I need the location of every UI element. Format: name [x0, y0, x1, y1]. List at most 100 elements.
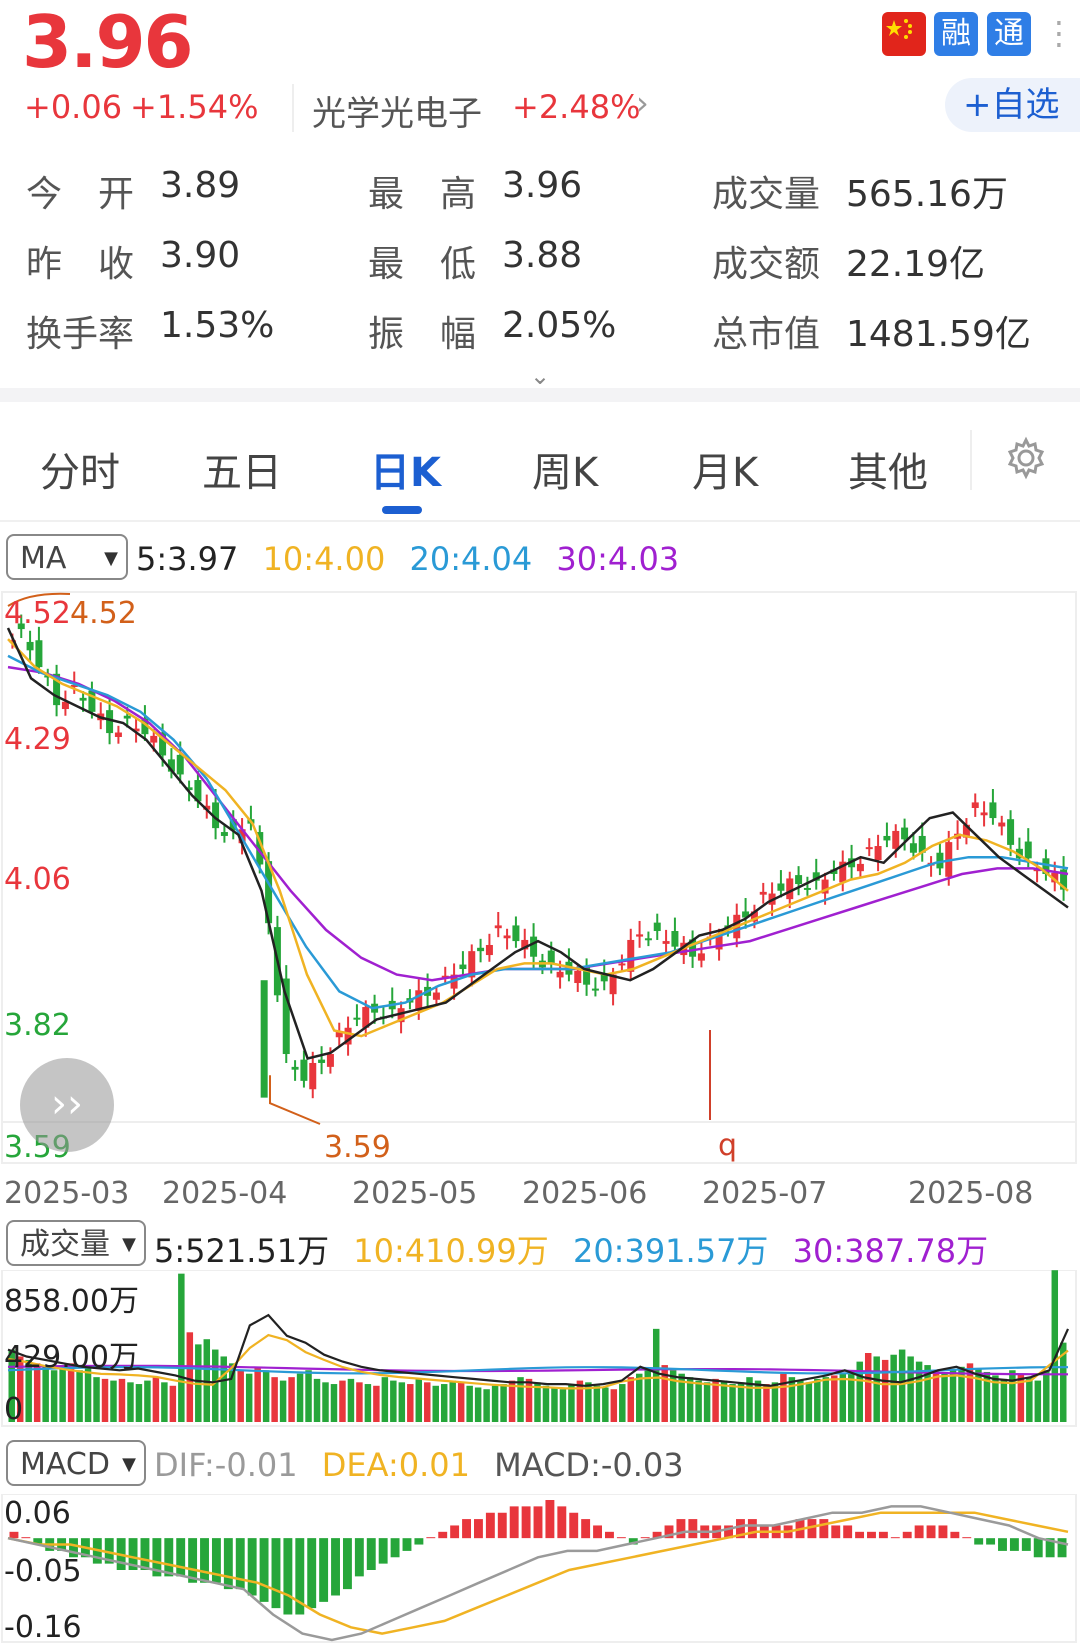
volume-bar — [822, 1377, 830, 1422]
candle-body — [260, 980, 268, 1098]
candle-body — [114, 732, 122, 737]
sector-change-percent[interactable]: +2.48% — [512, 88, 640, 126]
volume-bar — [118, 1378, 126, 1422]
volume-bar — [831, 1375, 838, 1422]
volume-bar — [254, 1366, 261, 1422]
macd-value-label: MACD:-0.03 — [494, 1446, 684, 1484]
margin-trading-badge[interactable]: 融 — [934, 12, 978, 56]
date-tick: 2025-04 — [162, 1176, 288, 1211]
ma20-line — [7, 654, 1069, 1010]
volume-bar — [424, 1382, 431, 1422]
volume-bar — [76, 1370, 83, 1422]
low-marker-label: 3.59 — [324, 1130, 391, 1165]
ma-selector[interactable]: MA ▼ — [6, 534, 128, 580]
volume-bar — [59, 1368, 66, 1422]
volume-selector[interactable]: 成交量 ▼ — [6, 1220, 146, 1266]
candle-body — [803, 887, 811, 890]
candle-body — [856, 863, 864, 872]
volume-bar — [347, 1378, 355, 1422]
stock-connect-badge[interactable]: 通 — [987, 12, 1031, 56]
volume-chart[interactable] — [0, 1270, 1080, 1430]
event-marker[interactable]: q — [718, 1128, 737, 1163]
chevron-right-icon[interactable]: › — [636, 84, 649, 122]
volume-bar — [313, 1378, 321, 1422]
candle-body — [291, 1066, 299, 1070]
volume-bar — [669, 1370, 677, 1422]
volume-bar — [941, 1373, 948, 1422]
candle-body — [998, 822, 1006, 827]
candle-body — [636, 934, 644, 937]
china-flag-icon[interactable] — [882, 12, 926, 56]
ma5-label: 5:3.97 — [136, 540, 239, 578]
candle-body — [26, 641, 34, 651]
stat-low: 最 低 3.88 — [368, 235, 583, 285]
candle-body — [591, 988, 599, 991]
price-tick-upper: 4.29 — [4, 722, 71, 757]
price-tick-top: 4.52 — [4, 596, 71, 631]
volume-bar — [93, 1377, 100, 1422]
volume-bar — [237, 1370, 244, 1422]
volume-bar — [864, 1353, 872, 1422]
volume-bar — [466, 1385, 473, 1422]
volume-tick-mid: 429.00万 — [4, 1340, 139, 1375]
volume-bar — [415, 1378, 423, 1422]
candle-body — [874, 846, 882, 860]
candle-body — [971, 802, 979, 808]
candle-body — [1007, 819, 1015, 845]
volume-tick-zero: 0 — [4, 1392, 24, 1427]
volume-bar — [1026, 1377, 1033, 1422]
candle-body — [79, 697, 87, 701]
price-tick-mid: 4.06 — [4, 862, 71, 897]
date-tick: 2025-03 — [4, 1176, 130, 1211]
candle-body — [697, 953, 705, 961]
candle-body — [759, 891, 767, 895]
candle-body — [989, 802, 997, 819]
volume-bar — [390, 1380, 397, 1422]
volume-bar — [763, 1384, 770, 1422]
period-tabs: 分时 五日 日K 周K 月K 其他 — [0, 402, 1080, 522]
volume-bar — [356, 1382, 363, 1422]
candlestick-chart[interactable] — [0, 590, 1080, 1165]
tab-monthly-k[interactable]: 月K — [692, 440, 758, 498]
tab-five-day[interactable]: 五日 — [202, 440, 282, 498]
stat-turnover-amount: 成交额 22.19亿 — [712, 244, 986, 285]
candle-body — [618, 963, 626, 966]
expand-icon[interactable]: ⌄ — [530, 362, 550, 390]
tab-weekly-k[interactable]: 周K — [532, 440, 598, 498]
volume-bar — [271, 1377, 278, 1422]
candle-body — [459, 964, 467, 970]
add-watchlist-button[interactable]: +自选 — [945, 78, 1080, 132]
candle-body — [556, 971, 564, 978]
volume-bar — [517, 1377, 524, 1422]
volume-bar — [305, 1370, 312, 1422]
ma5-line — [6, 627, 1069, 1060]
candle-body — [786, 878, 794, 900]
sector-name[interactable]: 光学光电子 — [312, 86, 482, 135]
volume-bar — [949, 1370, 957, 1422]
gear-icon[interactable] — [1004, 436, 1048, 484]
active-tab-indicator — [382, 506, 422, 514]
volume-bar — [559, 1389, 567, 1422]
macd-tick-mid: -0.05 — [4, 1554, 82, 1589]
candle-body — [574, 970, 582, 984]
volume-bar — [279, 1380, 287, 1422]
play-button[interactable]: ›› — [20, 1058, 114, 1152]
tab-daily-k[interactable]: 日K — [370, 440, 441, 498]
volume-bar — [619, 1384, 626, 1422]
volume-bar — [161, 1382, 168, 1422]
dea-label: DEA:0.01 — [321, 1446, 470, 1484]
macd-chart[interactable] — [0, 1494, 1080, 1644]
macd-selector[interactable]: MACD ▼ — [6, 1440, 146, 1486]
volume-bar — [525, 1378, 533, 1422]
volume-bar — [788, 1377, 796, 1422]
volume-bar — [568, 1384, 575, 1422]
volume-bar — [483, 1389, 490, 1422]
more-icon[interactable]: ⋮ — [1043, 14, 1075, 52]
tab-other[interactable]: 其他 — [848, 440, 928, 498]
tab-divider — [970, 430, 972, 490]
tab-intraday[interactable]: 分时 — [40, 440, 120, 498]
candle-body — [883, 835, 891, 841]
volume-bar — [551, 1387, 558, 1422]
candle-body — [176, 754, 184, 775]
ma30-label: 30:4.03 — [556, 540, 680, 578]
